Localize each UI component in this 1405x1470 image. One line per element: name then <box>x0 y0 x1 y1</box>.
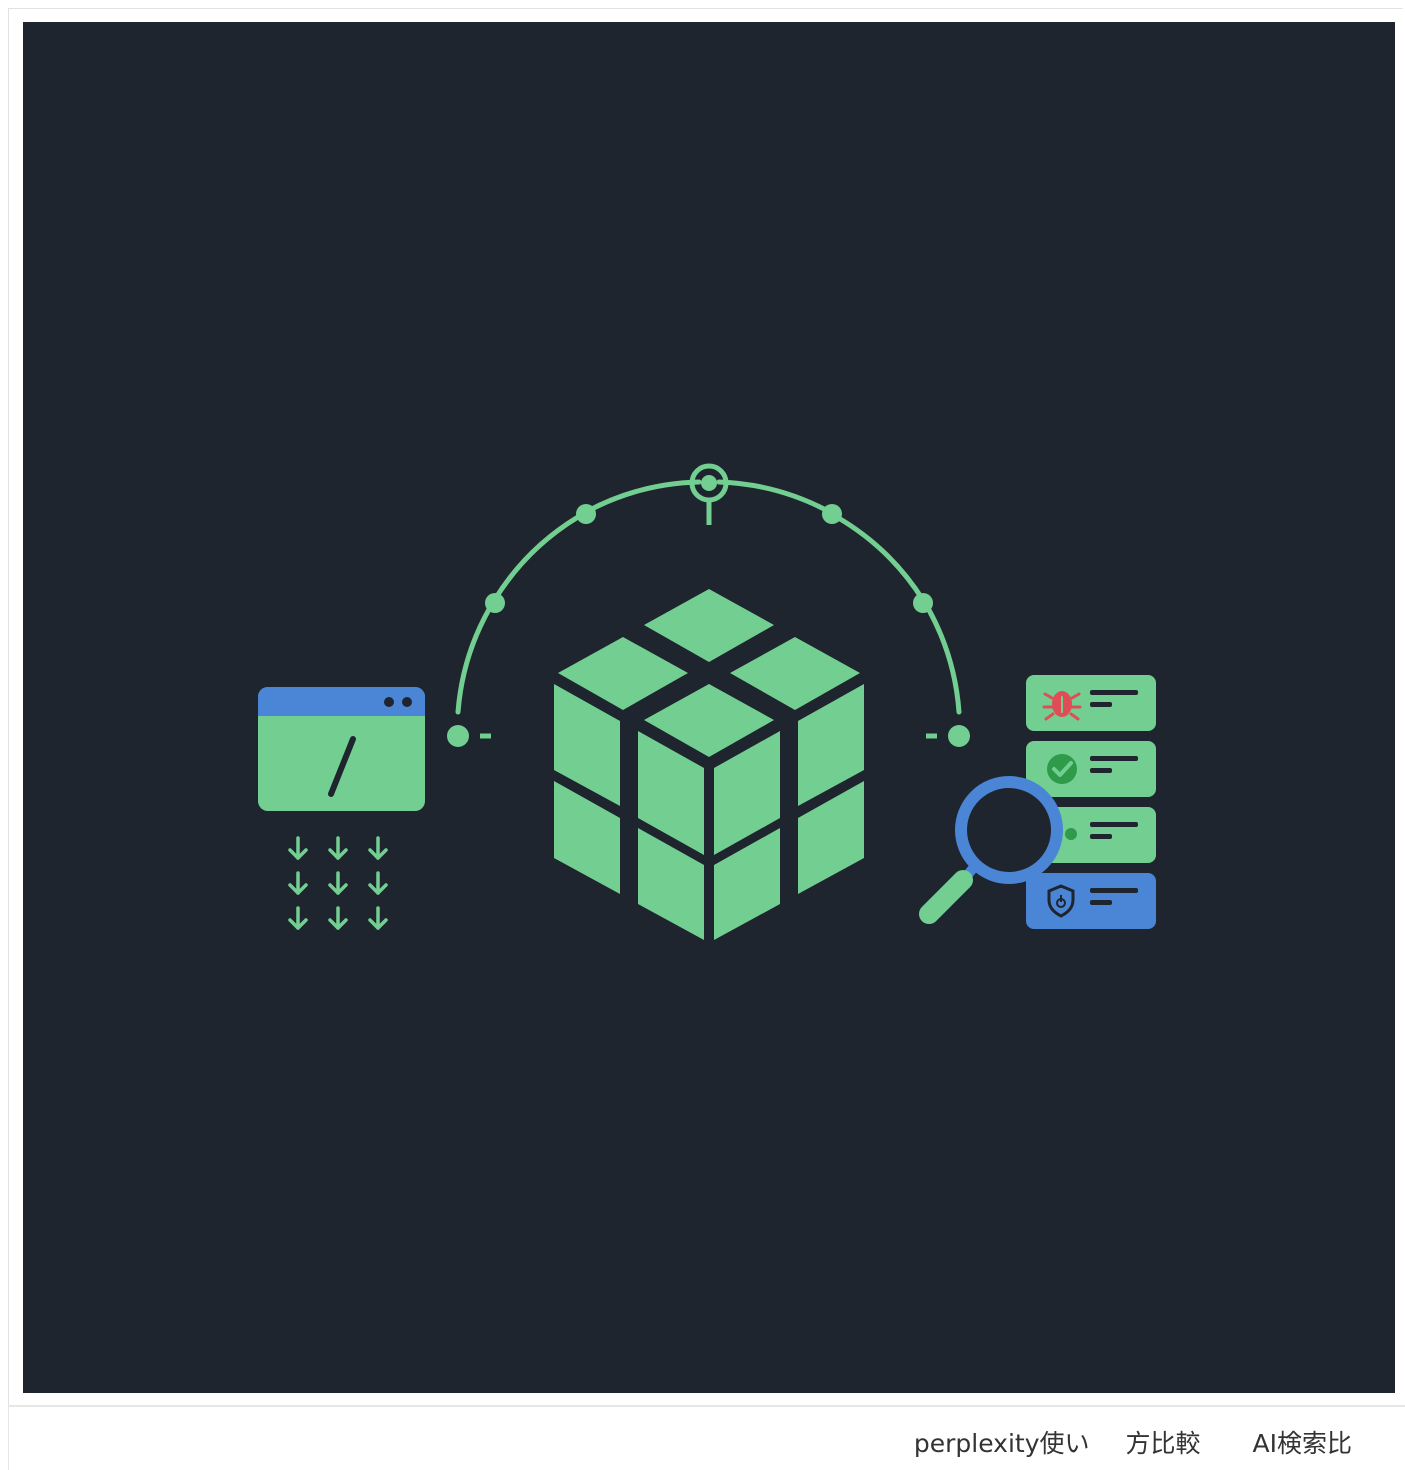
tag-link-2[interactable]: 方比較 <box>1126 1428 1201 1460</box>
check-icon <box>1047 754 1077 784</box>
footer-tag-list: perplexity使い 方比較 AI検索比 <box>914 1428 1352 1460</box>
tag-link-3[interactable]: AI検索比 <box>1253 1428 1352 1460</box>
footer-left-border <box>8 1407 9 1470</box>
hero-illustration <box>23 22 1395 1393</box>
gear-fragment-icon <box>1065 828 1077 840</box>
cube-icon <box>554 589 864 940</box>
tag-link-1[interactable]: perplexity使い <box>914 1428 1090 1460</box>
illustration-svg <box>258 463 1156 940</box>
footer-divider <box>8 1405 1405 1407</box>
download-arrows-icon <box>288 836 388 930</box>
code-window-icon <box>258 687 425 811</box>
